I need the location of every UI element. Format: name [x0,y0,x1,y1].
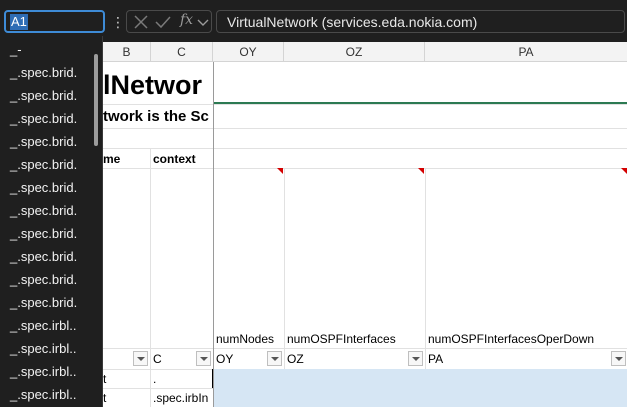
enter-check-icon[interactable] [154,14,172,30]
column-header-b[interactable]: B [103,42,151,62]
name-box[interactable]: A1 [4,10,105,33]
named-range-item[interactable]: _.spec.brid. [0,291,92,314]
filter-dropdown-button[interactable] [133,351,148,366]
column-header-pa[interactable]: PA [425,42,627,62]
dropdown-scrollbar[interactable] [94,54,98,146]
named-range-item[interactable]: _- [0,38,92,61]
field-header-numospfinterfaces[interactable]: numOSPFInterfaces [287,332,425,346]
named-range-item[interactable]: _.spec.brid. [0,176,92,199]
chevron-down-icon[interactable] [196,14,210,30]
header-cell-b[interactable]: me [103,152,150,166]
filter-cell-oy[interactable]: OY [216,352,264,366]
column-header-oz[interactable]: OZ [284,42,425,62]
comment-indicator[interactable] [277,168,283,174]
formula-input[interactable]: VirtualNetwork (services.eda.nokia.com) [216,10,625,33]
data-cell-c[interactable]: .spec.irbIn [153,391,212,405]
cancel-icon[interactable] [132,14,150,30]
filter-dropdown-button[interactable] [408,351,423,366]
named-range-item[interactable]: _.spec.brid. [0,199,92,222]
named-range-item[interactable]: _.spec.brid. [0,153,92,176]
field-header-numnodes[interactable]: numNodes [216,332,284,346]
filter-cell-c[interactable]: C [153,352,193,366]
named-range-item[interactable]: _.spec.irbl.. [0,383,92,406]
named-range-item[interactable]: _.spec.irbl.. [0,360,92,383]
named-range-item[interactable]: _.spec.brid. [0,84,92,107]
gridline [103,348,627,349]
gridline [103,168,627,169]
gridline [103,128,627,129]
formula-buttons: fx [126,10,212,33]
gridline [103,104,627,105]
title-underline [213,102,627,104]
filter-cell-oz[interactable]: OZ [287,352,397,366]
comment-indicator[interactable] [621,168,627,174]
more-options-icon[interactable]: ⋮ [111,12,125,32]
column-header-oy[interactable]: OY [213,42,284,62]
named-range-item[interactable]: _.spec.irbl.. [0,314,92,337]
gridline [150,148,151,407]
named-ranges-dropdown[interactable]: _- _.spec.brid. _.spec.brid. _.spec.brid… [0,36,103,407]
data-cell-c[interactable]: . [153,372,211,386]
field-header-numospfinterfacesoperdown[interactable]: numOSPFInterfacesOperDown [428,332,627,346]
named-range-item[interactable]: _.spec.brid. [0,222,92,245]
sheet-title: lNetwor [103,70,203,100]
data-cell-b[interactable]: t [103,372,150,386]
gridline [103,388,213,389]
named-range-item[interactable]: _.spec.irbl.. [0,337,92,360]
named-range-item[interactable]: _.spec.brid. [0,130,92,153]
named-range-item[interactable]: _.spec.brid. [0,268,92,291]
filter-cell-pa[interactable]: PA [428,352,598,366]
data-cell-b[interactable]: t [103,391,150,405]
insert-function-button[interactable]: fx [180,12,193,28]
header-cell-context[interactable]: context [153,152,213,166]
comment-indicator[interactable] [418,168,424,174]
named-range-item[interactable]: _.spec.brid. [0,245,92,268]
name-box-value[interactable]: A1 [10,14,28,30]
selected-range[interactable] [213,369,627,407]
sheet-subtitle: twork is the Sc [103,108,209,125]
named-range-item[interactable]: _.spec.brid. [0,107,92,130]
filter-dropdown-button[interactable] [196,351,211,366]
filter-dropdown-button[interactable] [611,351,626,366]
named-range-item[interactable]: _.spec.brid. [0,61,92,84]
gridline [103,148,627,149]
column-header-c[interactable]: C [151,42,213,62]
freeze-pane-divider [213,62,214,407]
formula-text[interactable]: VirtualNetwork (services.eda.nokia.com) [227,14,477,30]
filter-dropdown-button[interactable] [267,351,282,366]
